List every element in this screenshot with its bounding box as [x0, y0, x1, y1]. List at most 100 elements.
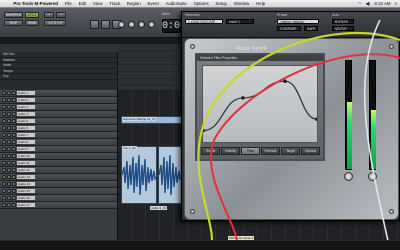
menu-clock[interactable]: 8:22 AM [374, 1, 390, 6]
record-enable-button[interactable] [2, 147, 6, 151]
track-name[interactable]: Audio 16 [17, 196, 35, 200]
mute-button[interactable] [12, 175, 16, 179]
track-name[interactable]: Audio 15 [17, 189, 35, 193]
tab-target[interactable]: Target [281, 147, 300, 155]
track-name[interactable]: Audio 4 [17, 112, 35, 116]
track-header[interactable]: Audio 1 [0, 90, 117, 97]
track-name[interactable]: Audio 17 [17, 203, 35, 207]
preset-selector[interactable]: <factory default> [277, 19, 319, 24]
track-header[interactable]: Audio 13 [0, 174, 117, 181]
track-header[interactable]: Audio 12 [0, 167, 117, 174]
audio-clip-waveform-2[interactable] [158, 146, 184, 204]
solo-button[interactable] [7, 175, 11, 179]
record-enable-button[interactable] [2, 98, 6, 102]
menu-track[interactable]: Track [106, 1, 124, 6]
track-header[interactable]: Audio 17 [0, 202, 117, 209]
tab-global[interactable]: Global [201, 147, 220, 155]
solo-button[interactable] [7, 154, 11, 158]
mute-button[interactable] [12, 105, 16, 109]
wifi-icon[interactable]: ◠ [358, 1, 362, 7]
filter-curve[interactable] [201, 66, 319, 142]
play-icon[interactable] [128, 21, 135, 28]
solo-button[interactable] [7, 112, 11, 116]
output-knob[interactable] [368, 172, 377, 181]
zoom-in-button[interactable]: + [44, 12, 54, 18]
track-name[interactable]: Audio 9 [17, 147, 35, 151]
solo-button[interactable] [7, 140, 11, 144]
mute-button[interactable] [12, 119, 16, 123]
record-enable-button[interactable] [2, 175, 6, 179]
slip-mode-button[interactable]: SLIP [4, 20, 23, 26]
record-enable-button[interactable] [2, 203, 6, 207]
zoom-out-button[interactable]: − [56, 12, 66, 18]
shuffle-mode-button[interactable]: SHUFFLE [4, 12, 23, 18]
track-selector[interactable]: 1 LEAD VOCOMP [185, 19, 223, 24]
menu-event[interactable]: Event [144, 1, 162, 6]
mute-button[interactable] [12, 161, 16, 165]
track-header[interactable]: Audio 14 [0, 181, 117, 188]
record-enable-button[interactable] [2, 112, 6, 116]
gain-knob[interactable] [344, 172, 353, 181]
record-enable-button[interactable] [2, 133, 6, 137]
mute-button[interactable] [12, 182, 16, 186]
zoomer-tool-icon[interactable] [90, 20, 99, 29]
track-name[interactable]: Audio 12 [17, 168, 35, 172]
track-name[interactable]: Audio 8 [17, 140, 35, 144]
bypass-button[interactable]: BYPASS [332, 19, 354, 24]
mute-button[interactable] [12, 154, 16, 158]
grid-mode-button[interactable]: GRID [25, 20, 39, 26]
track-header[interactable]: Audio 5 [0, 118, 117, 125]
track-header[interactable]: Audio 2 [0, 97, 117, 104]
mute-button[interactable] [12, 98, 16, 102]
menu-audiosuite[interactable]: AudioSuite [162, 1, 190, 6]
track-header[interactable]: Audio 3 [0, 104, 117, 111]
solo-button[interactable] [7, 203, 11, 207]
record-enable-button[interactable] [2, 126, 6, 130]
mute-button[interactable] [12, 126, 16, 130]
record-enable-button[interactable] [2, 91, 6, 95]
track-name[interactable]: Audio 11 [17, 161, 35, 165]
track-name[interactable]: Audio 10 [17, 154, 35, 158]
record-enable-button[interactable] [2, 182, 6, 186]
solo-button[interactable] [7, 196, 11, 200]
filter-curve-area[interactable] [201, 65, 319, 143]
track-header[interactable]: Audio 6 [0, 125, 117, 132]
menu-setup[interactable]: Setup [212, 1, 230, 6]
menu-edit[interactable]: Edit [75, 1, 89, 6]
record-enable-button[interactable] [2, 105, 6, 109]
solo-button[interactable] [7, 133, 11, 137]
record-enable-button[interactable] [2, 119, 6, 123]
solo-button[interactable] [7, 91, 11, 95]
trimmer-tool-icon[interactable] [101, 20, 110, 29]
volume-icon[interactable]: ◀) [366, 1, 371, 7]
track-header[interactable]: Audio 4 [0, 111, 117, 118]
record-icon[interactable] [148, 21, 155, 28]
record-enable-button[interactable] [2, 161, 6, 165]
solo-button[interactable] [7, 98, 11, 102]
track-name[interactable]: Audio 2 [17, 98, 35, 102]
track-name[interactable]: Audio 1 [17, 91, 35, 95]
zoom-presets-button[interactable]: 1 2 3 4 5 [44, 20, 66, 26]
mute-button[interactable] [12, 112, 16, 116]
menu-options[interactable]: Options [190, 1, 212, 6]
solo-button[interactable] [7, 126, 11, 130]
mute-button[interactable] [12, 140, 16, 144]
track-name[interactable]: Audio 13 [17, 175, 35, 179]
mute-button[interactable] [12, 91, 16, 95]
solo-button[interactable] [7, 147, 11, 151]
record-enable-button[interactable] [2, 140, 6, 144]
solo-button[interactable] [7, 189, 11, 193]
record-enable-button[interactable] [2, 168, 6, 172]
menu-window[interactable]: Window [230, 1, 252, 6]
mute-button[interactable] [12, 196, 16, 200]
track-header[interactable]: Audio 11 [0, 160, 117, 167]
tab-velocity[interactable]: Velocity [221, 147, 240, 155]
record-enable-button[interactable] [2, 189, 6, 193]
spotlight-icon[interactable]: ⌕ [395, 1, 397, 6]
mute-button[interactable] [12, 133, 16, 137]
record-enable-button[interactable] [2, 196, 6, 200]
menu-help[interactable]: Help [253, 1, 269, 6]
record-enable-button[interactable] [2, 154, 6, 158]
ruler-key[interactable]: Key [0, 74, 117, 80]
insert-selector[interactable]: Insert 1 [226, 19, 254, 24]
